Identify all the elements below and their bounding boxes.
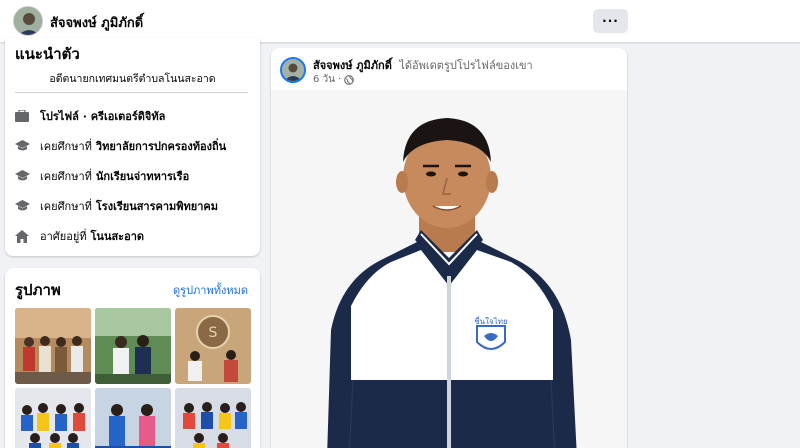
photo-thumbnail[interactable] xyxy=(95,388,171,448)
svg-text:S: S xyxy=(209,325,218,341)
photos-card: รูปภาพ ดูรูปภาพทั้งหมด S xyxy=(5,268,260,448)
school-link[interactable]: โรงเรียนสารคามพิทยาคม xyxy=(96,197,218,215)
man-in-jacket-illustration: ชื่นใจไทย xyxy=(271,90,627,448)
post-card: สัจจพงษ์ ภูมิภักดิ์ ได้อัพเดตรูปโปรไฟล์ข… xyxy=(271,48,627,448)
see-all-photos-link[interactable]: ดูรูปภาพทั้งหมด xyxy=(173,281,248,299)
intro-card: แนะนำตัว อดีตนายกเทศมนตรีตำบลโนนสะอาด โป… xyxy=(5,38,260,256)
meta-separator: · xyxy=(338,74,342,85)
profile-avatar[interactable] xyxy=(13,6,43,36)
home-icon xyxy=(14,228,30,244)
school-link[interactable]: นักเรียนจ่าทหารเรือ xyxy=(96,167,189,185)
intro-item-education-1: เคยศึกษาที่ วิทยาลัยการปกครองท้องถิ่น xyxy=(14,136,226,156)
intro-title: แนะนำตัว xyxy=(15,45,80,63)
graduation-cap-icon xyxy=(14,198,30,214)
profile-picture-photo[interactable]: ชื่นใจไทย xyxy=(271,90,627,448)
profile-name[interactable]: สัจจพงษ์ ภูมิภักดิ์ xyxy=(50,12,143,33)
photo-thumbnail[interactable] xyxy=(15,388,91,448)
photo-thumbnail[interactable] xyxy=(175,388,251,448)
post-timestamp[interactable]: 6 วัน xyxy=(313,72,335,87)
avatar-picture-icon xyxy=(14,7,42,35)
photo-thumbnail[interactable]: S xyxy=(175,308,251,384)
graduation-cap-icon xyxy=(14,168,30,184)
avatar-picture-icon xyxy=(282,59,304,81)
intro-item-profile: โปรไฟล์ · ครีเอเตอร์ดิจิทัล xyxy=(14,106,165,126)
globe-icon[interactable] xyxy=(344,74,355,85)
post-author-avatar[interactable] xyxy=(280,57,306,83)
intro-item-education-2: เคยศึกษาที่ นักเรียนจ่าทหารเรือ xyxy=(14,166,189,186)
photo-thumbnail[interactable] xyxy=(15,308,91,384)
post-action-text: ได้อัพเดตรูปโปรไฟล์ของเขา xyxy=(399,59,533,72)
graduation-cap-icon xyxy=(14,138,30,154)
photos-title: รูปภาพ xyxy=(15,281,61,299)
photo-thumbnail[interactable] xyxy=(95,308,171,384)
post-meta: 6 วัน · xyxy=(313,72,355,87)
briefcase-icon xyxy=(14,108,30,124)
intro-item-education-3: เคยศึกษาที่ โรงเรียนสารคามพิทยาคม xyxy=(14,196,218,216)
post-author-name[interactable]: สัจจพงษ์ ภูมิภักดิ์ xyxy=(313,59,392,72)
school-link[interactable]: วิทยาลัยการปกครองท้องถิ่น xyxy=(96,137,226,155)
intro-item-residence: อาศัยอยู่ที่ โนนสะอาด xyxy=(14,226,144,246)
photo-grid: S xyxy=(15,308,251,448)
divider xyxy=(15,92,248,93)
location-link[interactable]: โนนสะอาด xyxy=(91,227,145,245)
intro-bio: อดีตนายกเทศมนตรีตำบลโนนสะอาด xyxy=(49,73,216,85)
jacket-logo-text: ชื่นใจไทย xyxy=(474,315,507,326)
top-bar: สัจจพงษ์ ภูมิภักดิ์ ··· xyxy=(0,0,800,42)
more-options-button[interactable]: ··· xyxy=(593,9,628,33)
